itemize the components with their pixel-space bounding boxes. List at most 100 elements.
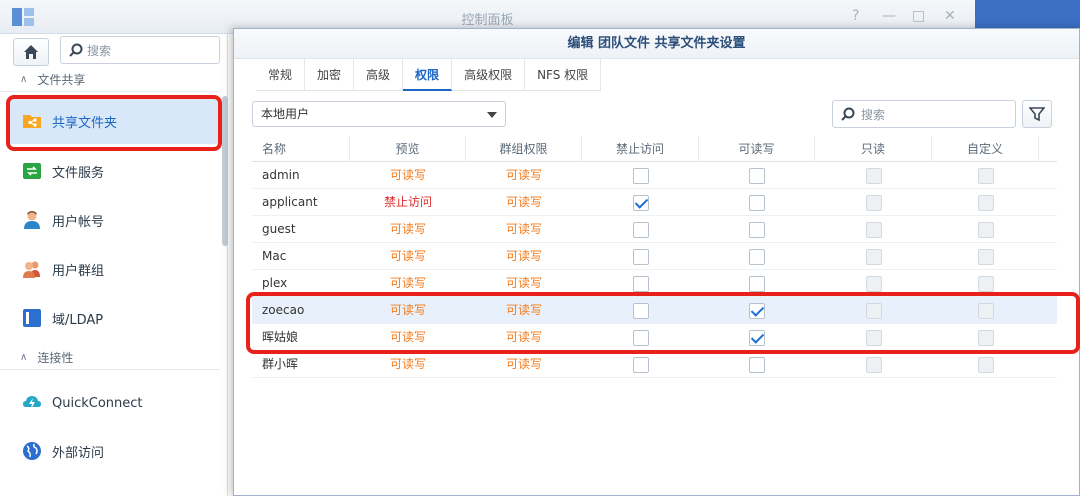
highlight-box-rows: [246, 292, 1080, 354]
section-file-sharing[interactable]: ∧ 文件共享: [0, 68, 220, 92]
read-only-cell: [815, 189, 932, 216]
sidebar-item-user[interactable]: 用户帐号: [10, 197, 220, 243]
preview-cell: 可读写: [350, 351, 466, 378]
col-preview[interactable]: 预览: [350, 136, 466, 162]
custom-checkbox: [977, 221, 994, 238]
col-read-only[interactable]: 只读: [815, 136, 932, 162]
minimize-icon[interactable]: —: [882, 8, 896, 24]
home-button[interactable]: [13, 38, 49, 66]
custom-cell: [932, 162, 1039, 189]
user-name: admin: [262, 168, 300, 182]
custom-cell: [932, 243, 1039, 270]
tab-general[interactable]: 常规: [256, 59, 306, 91]
search-icon: [69, 43, 83, 57]
user-name-cell: 群小晖: [252, 351, 350, 378]
group-permission-cell: 可读写: [466, 216, 582, 243]
tab-advanced-permissions[interactable]: 高级权限: [452, 59, 526, 91]
read-write-checkbox[interactable]: [749, 356, 765, 373]
chevron-up-icon: ∧: [20, 74, 28, 85]
dialog-title: 编辑 团队文件 共享文件夹设置: [234, 29, 1079, 59]
close-icon[interactable]: ✕: [944, 8, 956, 24]
chevron-down-icon: [487, 112, 497, 118]
section-label: 连接性: [37, 351, 74, 365]
group-permission: 可读写: [505, 168, 542, 182]
group-permission: 可读写: [505, 276, 542, 290]
table-row[interactable]: Mac 可读写 可读写: [252, 243, 1057, 270]
sidebar-search-input[interactable]: 搜索: [60, 36, 220, 64]
group-permission-cell: 可读写: [466, 162, 582, 189]
table-header: 名称 预览 群组权限 禁止访问 可读写 只读 自定义: [252, 136, 1057, 162]
sidebar-search-placeholder: 搜索: [87, 43, 112, 58]
sidebar-item-domain-ldap[interactable]: 域/LDAP: [10, 295, 220, 341]
user-name-cell: applicant: [252, 189, 350, 216]
maximize-icon[interactable]: □: [912, 8, 925, 24]
no-access-checkbox[interactable]: [632, 356, 649, 373]
read-write-checkbox[interactable]: [749, 221, 765, 238]
domain-ldap-icon: [23, 309, 41, 327]
no-access-cell: [582, 216, 699, 243]
col-name[interactable]: 名称: [252, 136, 350, 162]
group-permission: 可读写: [505, 195, 542, 209]
read-write-checkbox[interactable]: [749, 167, 765, 184]
sidebar-item-file-services[interactable]: 文件服务: [10, 148, 220, 194]
no-access-checkbox[interactable]: [632, 167, 649, 184]
tab-advanced[interactable]: 高级: [354, 59, 404, 91]
read-only-checkbox: [865, 248, 882, 265]
read-write-cell: [699, 243, 815, 270]
sidebar-item-label: 文件服务: [52, 165, 105, 181]
sidebar-item-group[interactable]: 用户群组: [10, 246, 220, 292]
no-access-checkbox[interactable]: [632, 221, 649, 238]
col-custom[interactable]: 自定义: [932, 136, 1039, 162]
read-only-cell: [815, 243, 932, 270]
chevron-up-icon: ∧: [20, 352, 28, 363]
preview-permission: 可读写: [389, 276, 426, 290]
tab-permissions[interactable]: 权限: [403, 59, 453, 91]
dialog-search-input[interactable]: 搜索: [832, 100, 1016, 128]
highlight-box-shared-folder: [6, 95, 222, 151]
read-only-checkbox: [865, 194, 882, 211]
custom-checkbox: [977, 356, 994, 373]
sidebar-item-label: 用户群组: [52, 263, 105, 279]
read-write-cell: [699, 189, 815, 216]
table-row[interactable]: admin 可读写 可读写: [252, 162, 1057, 189]
no-access-checkbox[interactable]: [632, 248, 649, 265]
custom-cell: [932, 216, 1039, 243]
external-access-icon: [23, 442, 41, 460]
read-write-cell: [699, 351, 815, 378]
filter-icon: [1029, 107, 1045, 122]
col-read-write[interactable]: 可读写: [699, 136, 815, 162]
tab-nfs-permissions[interactable]: NFS 权限: [525, 59, 602, 91]
user-name: applicant: [262, 195, 318, 209]
custom-checkbox: [977, 167, 994, 184]
user-scope-select[interactable]: 本地用户: [252, 101, 506, 127]
read-only-checkbox: [865, 221, 882, 238]
group-permission-cell: 可读写: [466, 189, 582, 216]
user-name-cell: admin: [252, 162, 350, 189]
no-access-checkbox[interactable]: [632, 194, 649, 211]
user-name: Mac: [262, 249, 287, 263]
table-row[interactable]: 群小晖 可读写 可读写: [252, 351, 1057, 378]
col-group-permission[interactable]: 群组权限: [466, 136, 582, 162]
filter-button[interactable]: [1022, 100, 1052, 128]
read-write-checkbox[interactable]: [749, 275, 765, 292]
preview-cell: 可读写: [350, 216, 466, 243]
preview-permission: 可读写: [389, 249, 426, 263]
read-write-checkbox[interactable]: [749, 248, 765, 265]
sidebar-item-quickconnect[interactable]: QuickConnect: [10, 380, 220, 426]
preview-permission: 禁止访问: [383, 195, 432, 209]
shared-folder-settings-dialog: 编辑 团队文件 共享文件夹设置 常规 加密 高级 权限 高级权限 NFS 权限 …: [233, 28, 1080, 496]
user-scope-value: 本地用户: [261, 107, 310, 121]
preview-cell: 可读写: [350, 243, 466, 270]
tab-encryption[interactable]: 加密: [305, 59, 355, 91]
sidebar-item-external-access[interactable]: 外部访问: [10, 428, 220, 474]
read-write-checkbox[interactable]: [749, 194, 765, 211]
section-connectivity[interactable]: ∧ 连接性: [0, 346, 220, 370]
help-icon[interactable]: ?: [852, 8, 859, 24]
no-access-checkbox[interactable]: [632, 275, 649, 292]
table-row[interactable]: applicant 禁止访问 可读写: [252, 189, 1057, 216]
col-no-access[interactable]: 禁止访问: [582, 136, 699, 162]
user-name: 群小晖: [262, 357, 299, 371]
table-row[interactable]: guest 可读写 可读写: [252, 216, 1057, 243]
sidebar-scrollbar[interactable]: [222, 96, 228, 246]
no-access-cell: [582, 189, 699, 216]
